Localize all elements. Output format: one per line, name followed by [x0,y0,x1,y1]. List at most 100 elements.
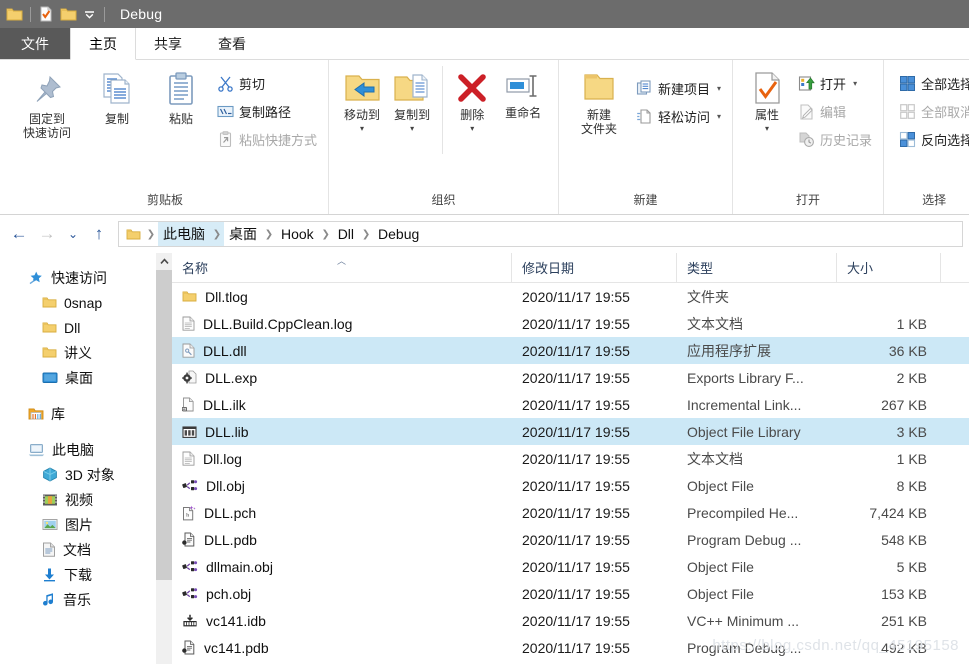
sidebar-item-0snap[interactable]: 0snap [0,290,155,315]
breadcrumb-separator-3[interactable]: ❯ [262,222,276,246]
column-header-name[interactable]: ︿ 名称 [172,252,512,283]
new-item-button[interactable]: 新建项目 ▾ [633,76,724,101]
pin-to-quick-access-button[interactable]: 固定到 快速访问 [10,66,84,141]
back-button[interactable]: ← [6,221,32,247]
sidebar-item-quick-access[interactable]: 快速访问 [0,265,155,290]
navigation-pane-scrollbar[interactable] [155,253,172,664]
organize-separator [442,66,444,154]
idb-file-icon [182,614,198,628]
table-row[interactable]: Dll.log 2020/11/17 19:55 文本文档 1 KB [172,445,969,472]
sidebar-item-dll[interactable]: Dll [0,315,155,340]
sidebar-item-libraries[interactable]: 库 [0,401,155,426]
file-date: 2020/11/17 19:55 [522,612,630,629]
tab-share[interactable]: 共享 [136,28,200,59]
folder-icon[interactable] [6,7,23,22]
gear-file-icon [182,370,197,385]
chevron-down-icon[interactable]: ▾ [717,112,721,121]
recent-locations-button[interactable]: ⌄ [62,221,84,247]
scrollbar-thumb[interactable] [156,270,172,580]
table-row[interactable]: DLL.dll 2020/11/17 19:55 应用程序扩展 36 KB [172,337,969,364]
move-to-button[interactable]: 移动到 ▾ [337,66,387,132]
new-folder-icon[interactable] [60,7,77,22]
breadcrumb-separator[interactable]: ❯ [144,222,158,246]
scrollbar-track[interactable] [156,580,172,664]
breadcrumb-item-debug[interactable]: Debug [373,222,424,246]
table-row[interactable]: dllmain.obj 2020/11/17 19:55 Object File… [172,553,969,580]
ribbon-group-new: 新建 文件夹 新建项目 ▾ 轻松访问 ▾ 新建 [559,60,734,214]
rename-button[interactable]: 重命名 [496,66,550,121]
table-row[interactable]: Dll.obj 2020/11/17 19:55 Object File 8 K… [172,472,969,499]
breadcrumb-item-desktop[interactable]: 桌面 [224,222,262,246]
file-name: DLL.pdb [204,531,257,548]
sidebar-item-downloads[interactable]: 下载 [0,562,155,587]
table-row[interactable]: DLL.exp 2020/11/17 19:55 Exports Library… [172,364,969,391]
sidebar-item-this-pc[interactable]: 此电脑 [0,437,155,462]
chevron-down-icon[interactable]: ▾ [765,124,769,132]
breadcrumb-separator-5[interactable]: ❯ [359,222,373,246]
copy-button[interactable]: 复制 [86,66,148,127]
sidebar-item-videos[interactable]: 视频 [0,487,155,512]
title-bar: Debug [0,0,969,28]
up-button[interactable]: ↑ [86,221,112,247]
column-header-date[interactable]: 修改日期 [512,252,677,283]
sidebar-item-3d-objects[interactable]: 3D 对象 [0,462,155,487]
new-folder-button[interactable]: 新建 文件夹 [567,66,631,137]
properties-button[interactable]: 属性 ▾ [741,66,793,132]
cut-button[interactable]: 剪切 [214,71,320,96]
select-all-button[interactable]: 全部选择 [896,71,969,96]
copy-to-button[interactable]: 复制到 ▾ [387,66,437,132]
breadcrumb[interactable]: ❯ 此电脑 ❯ 桌面 ❯ Hook ❯ Dll ❯ Debug [118,221,963,247]
forward-button[interactable]: → [34,221,60,247]
easy-access-icon [636,108,653,125]
table-row[interactable]: vc141.pdb 2020/11/17 19:55 Program Debug… [172,634,969,661]
breadcrumb-separator-2[interactable]: ❯ [210,222,224,246]
tab-view[interactable]: 查看 [200,28,264,59]
easy-access-button[interactable]: 轻松访问 ▾ [633,104,724,129]
table-row[interactable]: pch.obj 2020/11/17 19:55 Object File 153… [172,580,969,607]
table-row[interactable]: vc141.idb 2020/11/17 19:55 VC++ Minimum … [172,607,969,634]
sidebar-item-music[interactable]: 音乐 [0,587,155,612]
properties-icon[interactable] [38,6,54,22]
sidebar-item-label: 快速访问 [51,269,107,286]
chevron-down-icon[interactable]: ▾ [410,124,414,132]
table-row[interactable]: h DLL.pch 2020/11/17 19:55 Precompiled H… [172,499,969,526]
library-icon [28,407,44,421]
open-button[interactable]: 打开 ▾ [795,71,875,96]
folder-icon [42,321,57,334]
invert-selection-button[interactable]: 反向选择 [896,127,969,152]
paste-button[interactable]: 粘贴 [150,66,212,127]
select-none-button[interactable]: 全部取消 [896,99,969,124]
chevron-down-icon[interactable]: ▾ [853,79,857,88]
delete-label: 删除 [460,108,485,122]
breadcrumb-separator-4[interactable]: ❯ [319,222,333,246]
history-button[interactable]: 历史记录 [795,127,875,152]
column-header-size[interactable]: 大小 [837,252,941,283]
breadcrumb-folder-icon[interactable] [123,222,144,246]
scroll-up-arrow-icon[interactable] [156,253,172,270]
sidebar-item-desktop[interactable]: 桌面 [0,365,155,390]
ribbon: 固定到 快速访问 复制 粘贴 剪切 复制路径 粘贴快捷方式 剪贴板 移动到 ▾ … [0,60,969,215]
paste-shortcut-button[interactable]: 粘贴快捷方式 [214,127,320,152]
column-header-type[interactable]: 类型 [677,252,837,283]
tab-home[interactable]: 主页 [70,28,136,60]
chevron-down-icon[interactable]: ▾ [717,84,721,93]
table-row[interactable]: DLL.lib 2020/11/17 19:55 Object File Lib… [172,418,969,445]
table-row[interactable]: DLL.pdb 2020/11/17 19:55 Program Debug .… [172,526,969,553]
delete-button[interactable]: 删除 ▾ [448,66,496,132]
file-date: 2020/11/17 19:55 [522,315,630,332]
breadcrumb-item-dll[interactable]: Dll [333,222,359,246]
breadcrumb-item-hook[interactable]: Hook [276,222,319,246]
tab-file[interactable]: 文件 [0,28,70,59]
table-row[interactable]: Dll.tlog 2020/11/17 19:55 文件夹 [172,283,969,310]
table-row[interactable]: ab DLL.ilk 2020/11/17 19:55 Incremental … [172,391,969,418]
breadcrumb-item-this-pc[interactable]: 此电脑 [158,222,210,246]
chevron-down-icon[interactable] [81,6,97,22]
chevron-down-icon[interactable]: ▾ [470,124,474,132]
edit-button[interactable]: 编辑 [795,99,875,124]
table-row[interactable]: DLL.Build.CppClean.log 2020/11/17 19:55 … [172,310,969,337]
sidebar-item-jiangyi[interactable]: 讲义 [0,340,155,365]
sidebar-item-pictures[interactable]: 图片 [0,512,155,537]
sidebar-item-documents[interactable]: 文档 [0,537,155,562]
chevron-down-icon[interactable]: ▾ [360,124,364,132]
copy-path-button[interactable]: 复制路径 [214,99,320,124]
